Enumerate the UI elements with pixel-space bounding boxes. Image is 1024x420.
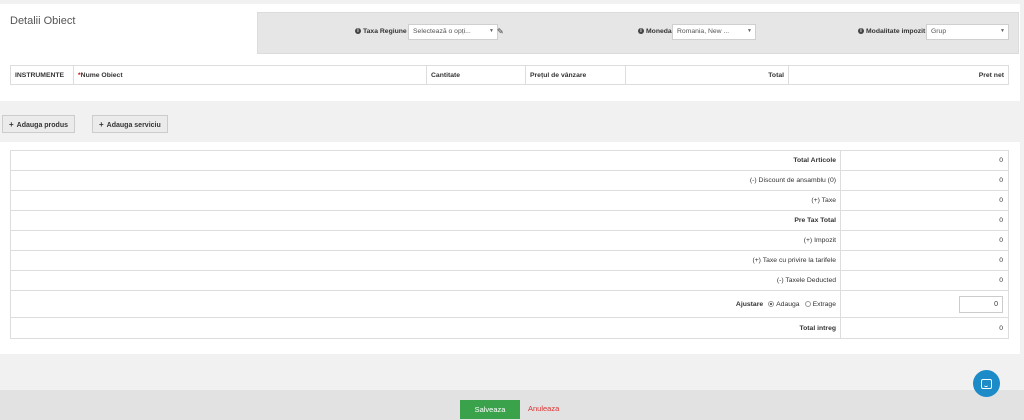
chat-icon	[981, 378, 992, 389]
grand-total-row: Total intreg 0	[11, 318, 1008, 338]
chevron-down-icon: ▼	[747, 28, 752, 34]
plus-icon: +	[99, 120, 104, 129]
currency-label: i Moneda	[638, 28, 672, 35]
taxes-value: 0	[999, 197, 1003, 204]
grand-total-value: 0	[999, 324, 1003, 332]
taxes-row: (+) Taxe 0	[11, 191, 1008, 211]
save-button[interactable]: Salveaza	[460, 400, 520, 419]
panel-title: Detalii Obiect	[10, 15, 76, 27]
adjust-subtract-label: Extrage	[812, 300, 836, 308]
tax-mode-label: i Modalitate impozit	[858, 28, 925, 35]
tax-row: (+) Impozit 0	[11, 231, 1008, 251]
tax-region-select[interactable]: Selectează o opți... ▼	[408, 24, 498, 40]
total-articles-label: Total Articole	[11, 151, 841, 170]
adjustment-label: Ajustare	[735, 300, 764, 308]
discount-label[interactable]: (-) Discount de ansamblu (0)	[11, 171, 841, 190]
footer-bar: Salveaza Anuleaza	[0, 390, 1024, 420]
wrench-icon[interactable]: ✎	[497, 27, 504, 36]
options-bar: i Taxa Regiune Selectează o opți... ▼ ✎ iM…	[257, 12, 1019, 54]
taxes-label[interactable]: (+) Taxe	[11, 191, 841, 210]
details-panel: Detalii Obiect i Taxa Regiune Selectează …	[0, 4, 1020, 101]
adjustment-value-cell: 0	[841, 291, 1008, 317]
tax-region-label: i Taxa Regiune	[355, 28, 407, 35]
cancel-link[interactable]: Anuleaza	[528, 404, 559, 413]
totals-table: Total Articole 0 (-) Discount de ansambl…	[10, 150, 1009, 339]
adjust-subtract-radio[interactable]	[804, 301, 811, 307]
deducted-taxes-value: 0	[999, 277, 1003, 284]
tariff-taxes-row: (+) Taxe cu privire la tarifele 0	[11, 251, 1008, 271]
adjustment-cell: Ajustare Adauga Extrage	[11, 291, 841, 317]
tax-mode-select[interactable]: Grup ▼	[926, 24, 1009, 40]
chevron-down-icon: ▼	[489, 28, 494, 34]
col-quantity: Cantitate	[427, 66, 526, 84]
tax-label[interactable]: (+) Impozit	[11, 231, 841, 250]
deducted-taxes-label[interactable]: (-) Taxele Deducted	[11, 271, 841, 290]
adjust-add-radio[interactable]	[768, 301, 775, 307]
items-table-header: INSTRUMENTE *Nume Obiect Cantitate Prețu…	[10, 65, 1009, 85]
adjust-add-label: Adauga	[776, 300, 800, 308]
col-sale-price: Prețul de vânzare	[526, 66, 626, 84]
total-articles-row: Total Articole 0	[11, 151, 1008, 171]
tariff-taxes-value: 0	[999, 257, 1003, 264]
add-product-button[interactable]: + Adauga produs	[2, 115, 76, 133]
tax-value: 0	[999, 237, 1003, 244]
totals-panel: Total Articole 0 (-) Discount de ansambl…	[0, 142, 1020, 354]
discount-value: 0	[999, 177, 1003, 184]
info-icon: i	[638, 28, 644, 35]
pre-tax-total-value: 0	[999, 217, 1003, 224]
discount-row: (-) Discount de ansamblu (0) 0	[11, 171, 1008, 191]
currency-select[interactable]: Romania, New ... ▼	[672, 24, 756, 40]
info-icon: i	[858, 28, 864, 35]
add-service-button[interactable]: + Adauga serviciu	[92, 115, 168, 133]
col-net-price: Pret net	[978, 72, 1004, 79]
grand-total-label: Total intreg	[11, 318, 841, 338]
chevron-down-icon: ▼	[1000, 28, 1005, 34]
col-total: Total	[626, 66, 789, 84]
col-item-name: *Nume Obiect	[74, 66, 427, 84]
total-articles-value: 0	[999, 157, 1003, 164]
deducted-taxes-row: (-) Taxele Deducted 0	[11, 271, 1008, 291]
adjustment-row: Ajustare Adauga Extrage 0	[11, 291, 1008, 318]
pre-tax-total-row: Pre Tax Total 0	[11, 211, 1008, 231]
info-icon: i	[355, 28, 361, 35]
pre-tax-total-label: Pre Tax Total	[11, 211, 841, 230]
col-tools: INSTRUMENTE	[11, 66, 74, 84]
adjustment-input[interactable]: 0	[959, 295, 1003, 313]
plus-icon: +	[9, 120, 14, 129]
chat-button[interactable]	[973, 370, 1000, 397]
tariff-taxes-label[interactable]: (+) Taxe cu privire la tarifele	[11, 251, 841, 270]
